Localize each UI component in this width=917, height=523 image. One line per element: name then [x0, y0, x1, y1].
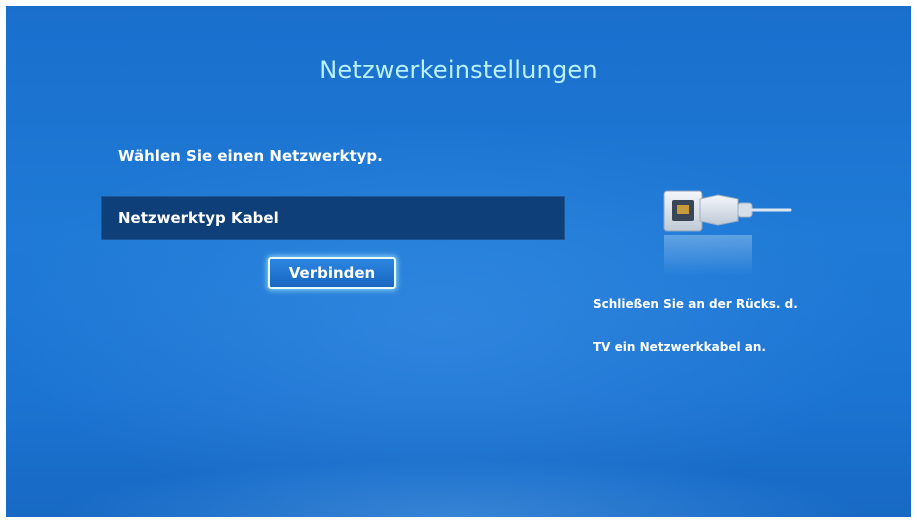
- network-cable-icon: [656, 181, 796, 291]
- connection-hint-line-2: TV ein Netzwerkkabel an.: [593, 340, 766, 354]
- connect-button[interactable]: Verbinden: [268, 257, 396, 289]
- page-title: Netzwerkeinstellungen: [319, 56, 598, 84]
- background-glow: [6, 407, 911, 517]
- network-type-label: Netzwerktyp Kabel: [118, 209, 279, 227]
- network-type-prompt: Wählen Sie einen Netzwerktyp.: [118, 147, 383, 165]
- connection-hint-line-1: Schließen Sie an der Rücks. d.: [593, 297, 798, 311]
- network-type-option-cable[interactable]: Netzwerktyp Kabel: [101, 196, 565, 240]
- tv-screen: Netzwerkeinstellungen Wählen Sie einen N…: [6, 6, 911, 517]
